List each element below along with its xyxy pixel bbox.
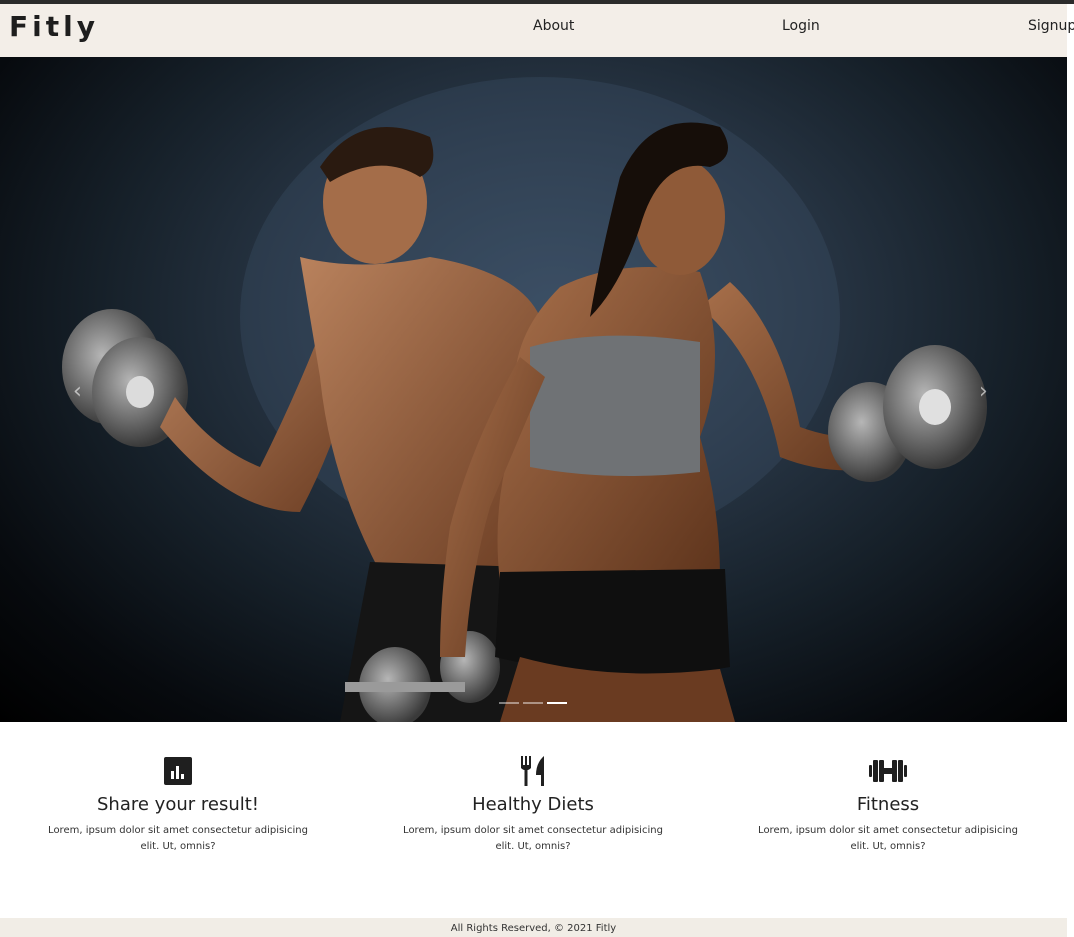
navbar: Fitly About Login Signup	[0, 4, 1074, 57]
woman-top	[530, 335, 700, 476]
carousel-next-icon[interactable]: ›	[979, 379, 988, 404]
nav-link-login[interactable]: Login	[782, 18, 820, 34]
carousel-prev-icon[interactable]: ‹	[73, 379, 82, 404]
feature-title: Healthy Diets	[472, 794, 594, 815]
feature-title: Share your result!	[97, 794, 259, 815]
feature-text: Lorem, ipsum dolor sit amet consectetur …	[48, 825, 308, 852]
hero-image	[62, 77, 987, 722]
feature-text: Lorem, ipsum dolor sit amet consectetur …	[758, 825, 1018, 852]
utensils-icon	[521, 756, 544, 786]
dumbbell-icon	[869, 760, 907, 782]
footer-copyright: All Rights Reserved, © 2021 Fitly	[450, 923, 617, 934]
nav-link-signup[interactable]: Signup	[1028, 18, 1074, 34]
feature-fitness: Fitness Lorem, ipsum dolor sit amet cons…	[738, 755, 1038, 855]
woman-shorts	[495, 569, 730, 675]
nav-link-about[interactable]: About	[533, 18, 574, 34]
brand-logo[interactable]: Fitly	[9, 13, 99, 41]
dumbbell-right	[828, 345, 987, 482]
feature-healthy-diets: Healthy Diets Lorem, ipsum dolor sit ame…	[383, 755, 683, 855]
hero-carousel: ‹ ›	[0, 57, 1067, 722]
feature-share-results: Share your result! Lorem, ipsum dolor si…	[28, 755, 328, 855]
carousel-indicator-2[interactable]	[523, 702, 543, 704]
feature-title: Fitness	[856, 794, 920, 815]
feature-text: Lorem, ipsum dolor sit amet consectetur …	[403, 825, 663, 852]
carousel-indicator-1[interactable]	[499, 702, 519, 704]
bar-chart-icon	[164, 757, 192, 785]
logo-text: Fitly	[9, 10, 99, 43]
footer: All Rights Reserved, © 2021 Fitly	[0, 918, 1067, 937]
carousel-indicator-3[interactable]	[547, 702, 567, 704]
